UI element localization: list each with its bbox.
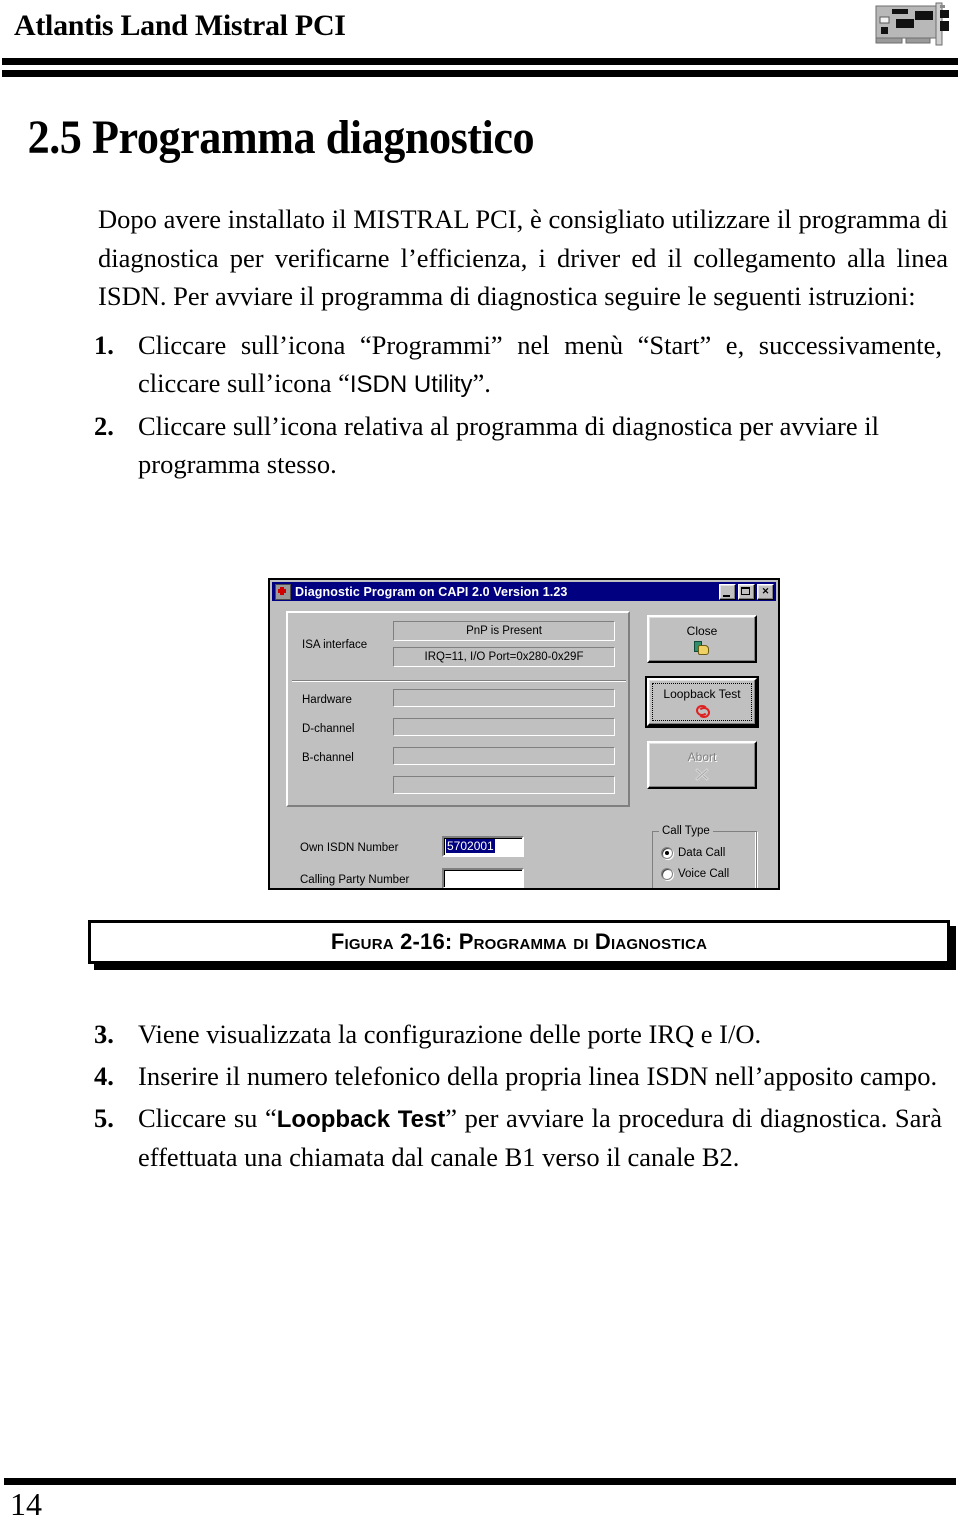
hardware-status-field bbox=[393, 689, 615, 707]
calling-party-number-input[interactable] bbox=[442, 868, 524, 888]
list-item-number: 4. bbox=[94, 1061, 114, 1092]
close-button-label: Close bbox=[686, 624, 718, 638]
list-item-emphasis: Loopback Test bbox=[276, 1106, 446, 1134]
close-door-hand-icon bbox=[693, 641, 711, 657]
page-content: 2.5 Programma diagnostico Dopo avere ins… bbox=[0, 100, 960, 487]
isa-interface-label: ISA interface bbox=[302, 639, 368, 651]
header-title: Atlantis Land Mistral PCI bbox=[14, 9, 346, 42]
first-aid-kit-icon bbox=[275, 583, 291, 600]
loopback-arrows-icon bbox=[694, 704, 711, 719]
page-header: Atlantis Land Mistral PCI bbox=[0, 0, 960, 90]
window-buttons: ✕ bbox=[719, 583, 774, 600]
pci-card-icon bbox=[875, 2, 949, 46]
own-isdn-number-input[interactable]: 5702001 bbox=[442, 836, 524, 857]
radio-unselected-icon bbox=[661, 868, 673, 880]
header-rule-top bbox=[2, 58, 958, 65]
calling-party-number-label: Calling Party Number bbox=[300, 874, 410, 886]
call-type-title: Call Type bbox=[659, 825, 713, 837]
radio-voice-call-label: Voice Call bbox=[678, 868, 730, 880]
list-item-number: 2. bbox=[94, 410, 114, 441]
section-title: 2.5 Programma diagnostico bbox=[27, 111, 535, 164]
close-window-button[interactable]: ✕ bbox=[757, 583, 774, 600]
footer-rule bbox=[4, 1478, 956, 1485]
abort-cross-icon bbox=[693, 767, 711, 783]
window-titlebar: Diagnostic Program on CAPI 2.0 Version 1… bbox=[272, 582, 776, 601]
list-item: 1. Cliccare sull’icona “Programmi” nel m… bbox=[94, 326, 942, 403]
abort-button: Abort bbox=[647, 741, 757, 789]
d-channel-label: D-channel bbox=[302, 723, 355, 735]
window-title: Diagnostic Program on CAPI 2.0 Version 1… bbox=[295, 584, 568, 599]
list-item-text: Cliccare su “ bbox=[138, 1103, 277, 1134]
hardware-label: Hardware bbox=[302, 694, 352, 706]
header-rule-bottom bbox=[2, 70, 958, 77]
radio-data-call-label: Data Call bbox=[678, 847, 726, 859]
close-icon: ✕ bbox=[761, 585, 770, 596]
list-item-text: Inserire il numero telefonico della prop… bbox=[138, 1061, 938, 1092]
list-item: 4. Inserire il numero telefonico della p… bbox=[94, 1057, 942, 1095]
abort-button-label: Abort bbox=[687, 750, 717, 764]
status-group-panel: ISA interface PnP is Present IRQ=11, I/O… bbox=[286, 611, 630, 807]
list-item: 5. Cliccare su “Loopback Test” per avvia… bbox=[94, 1099, 942, 1176]
list-item: 3. Viene visualizzata la configurazione … bbox=[94, 1015, 942, 1053]
window-body: ISA interface PnP is Present IRQ=11, I/O… bbox=[272, 603, 776, 888]
list-item: 2. Cliccare sull’icona relativa al progr… bbox=[94, 407, 942, 483]
radio-voice-call[interactable]: Voice Call bbox=[661, 868, 729, 880]
list-item-number: 1. bbox=[94, 330, 114, 361]
page-number: 14 bbox=[10, 1486, 42, 1522]
irq-io-status-field: IRQ=11, I/O Port=0x280-0x29F bbox=[393, 647, 615, 667]
extra-status-field bbox=[393, 776, 615, 794]
list-item-text-tail: ”. bbox=[472, 368, 491, 399]
panel-divider bbox=[292, 680, 626, 682]
radio-selected-icon bbox=[661, 847, 673, 859]
loopback-test-button[interactable]: Loopback Test bbox=[645, 676, 759, 728]
own-isdn-number-value: 5702001 bbox=[446, 839, 495, 853]
caption-text: Figura 2-16: Programma di Diagnostica bbox=[330, 929, 708, 954]
page-content-lower: 3. Viene visualizzata la configurazione … bbox=[0, 1005, 960, 1180]
b-channel-status-field bbox=[393, 747, 615, 765]
list-item-emphasis: ISDN Utility bbox=[349, 371, 473, 399]
list-item-number: 5. bbox=[94, 1103, 114, 1134]
diagnostic-program-window: Diagnostic Program on CAPI 2.0 Version 1… bbox=[268, 578, 780, 890]
d-channel-status-field bbox=[393, 718, 615, 736]
figure-caption: Figura 2-16: Programma di Diagnostica bbox=[88, 920, 956, 970]
pnp-status-field: PnP is Present bbox=[393, 621, 615, 641]
call-type-groupbox: Call Type Data Call Voice Call bbox=[652, 825, 757, 888]
list-item-text: Viene visualizzata la configurazione del… bbox=[138, 1019, 762, 1049]
b-channel-label: B-channel bbox=[302, 752, 354, 764]
steps-list-before-figure: 1. Cliccare sull’icona “Programmi” nel m… bbox=[0, 326, 950, 483]
minimize-button[interactable] bbox=[719, 583, 736, 600]
own-isdn-number-label: Own ISDN Number bbox=[300, 842, 399, 854]
radio-data-call[interactable]: Data Call bbox=[661, 847, 725, 859]
caption-frame: Figura 2-16: Programma di Diagnostica bbox=[88, 920, 950, 964]
steps-list-after-figure: 3. Viene visualizzata la configurazione … bbox=[0, 1015, 950, 1176]
diagnostic-dialog-screenshot: Diagnostic Program on CAPI 2.0 Version 1… bbox=[268, 578, 780, 890]
list-item-text: Cliccare sull’icona relativa al programm… bbox=[138, 410, 879, 479]
intro-paragraph: Dopo avere installato il MISTRAL PCI, è … bbox=[98, 204, 948, 312]
list-item-text: Cliccare sull’icona “Programmi” nel menù… bbox=[138, 330, 942, 399]
close-button[interactable]: Close bbox=[647, 615, 757, 663]
maximize-button[interactable] bbox=[738, 583, 755, 600]
list-item-number: 3. bbox=[94, 1019, 114, 1049]
